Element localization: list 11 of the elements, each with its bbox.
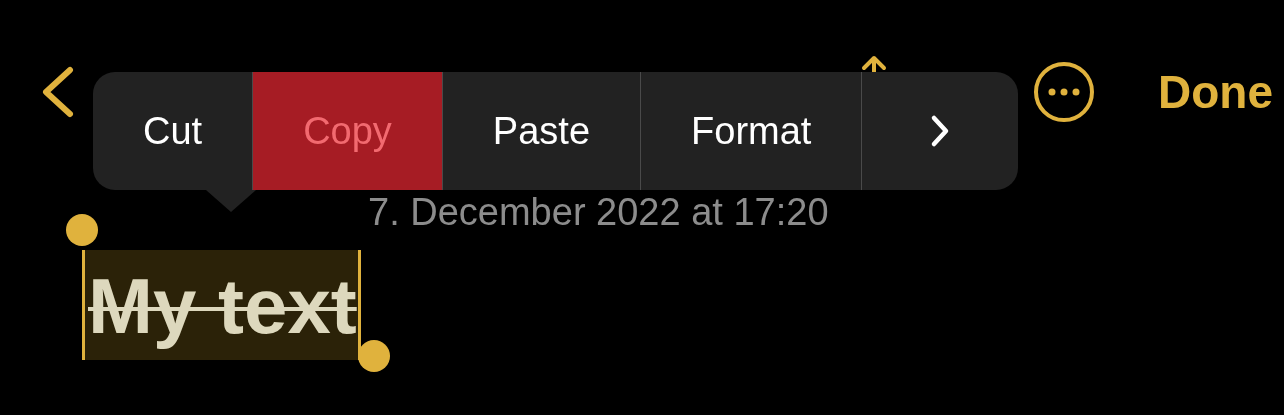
note-date: 7. December 2022 at 17:20 xyxy=(368,192,829,232)
more-circle-icon[interactable] xyxy=(1032,60,1096,124)
selection-handle[interactable] xyxy=(66,214,98,246)
selection-handle[interactable] xyxy=(358,340,390,372)
menu-item[interactable]: Paste xyxy=(442,72,641,190)
chevron-right-icon xyxy=(930,114,951,148)
back-icon[interactable] xyxy=(40,66,76,118)
menu-item[interactable]: Format xyxy=(641,72,862,190)
note-title: My text xyxy=(82,250,361,360)
done-button[interactable]: Done xyxy=(1158,65,1273,119)
menu-item[interactable]: Cut xyxy=(93,72,253,190)
